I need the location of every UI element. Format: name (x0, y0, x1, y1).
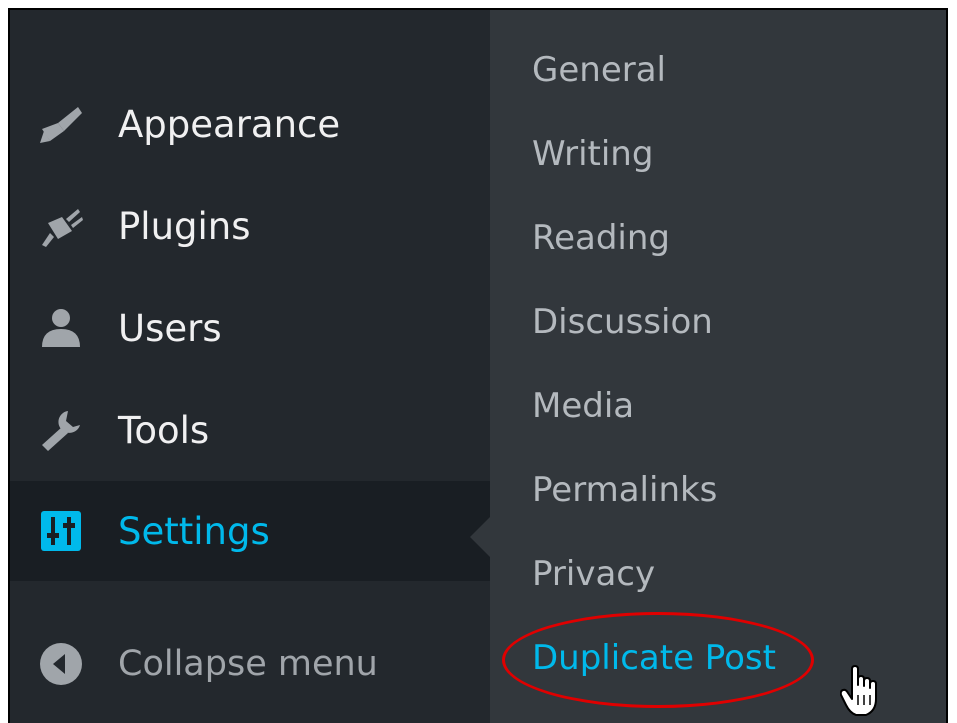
submenu-item-writing[interactable]: Writing (532, 134, 653, 174)
submenu-item-reading[interactable]: Reading (532, 218, 670, 258)
submenu-item-privacy[interactable]: Privacy (532, 554, 655, 594)
wrench-icon (36, 405, 86, 455)
sidebar-item-label: Tools (118, 408, 210, 452)
sidebar-item-settings[interactable]: Settings (10, 481, 490, 581)
hand-pointer-cursor-icon (839, 665, 880, 717)
sidebar-item-tools[interactable]: Tools (10, 380, 490, 480)
user-icon (36, 303, 86, 353)
sidebar-item-label: Users (118, 306, 222, 350)
submenu-pointer-arrow (470, 517, 490, 557)
paintbrush-icon (36, 99, 86, 149)
submenu-item-permalinks[interactable]: Permalinks (532, 470, 717, 510)
submenu-item-media[interactable]: Media (532, 386, 634, 426)
highlight-annotation-oval (502, 612, 814, 708)
admin-menu-frame: Appearance Plugins Users Tools Settings … (8, 8, 948, 723)
collapse-arrow-icon (36, 639, 86, 689)
plugin-icon (36, 201, 86, 251)
admin-sidebar: Appearance Plugins Users Tools Settings … (10, 10, 490, 723)
settings-sliders-icon (36, 506, 86, 556)
sidebar-item-appearance[interactable]: Appearance (10, 74, 490, 174)
sidebar-item-label: Plugins (118, 204, 251, 248)
sidebar-item-label: Appearance (118, 102, 341, 146)
submenu-item-general[interactable]: General (532, 50, 666, 90)
settings-submenu: General Writing Reading Discussion Media… (490, 10, 946, 723)
sidebar-item-plugins[interactable]: Plugins (10, 176, 490, 276)
sidebar-item-users[interactable]: Users (10, 278, 490, 378)
sidebar-item-label: Settings (118, 509, 270, 553)
collapse-menu-button[interactable]: Collapse menu (10, 614, 490, 714)
submenu-item-discussion[interactable]: Discussion (532, 302, 713, 342)
collapse-menu-label: Collapse menu (118, 644, 378, 684)
